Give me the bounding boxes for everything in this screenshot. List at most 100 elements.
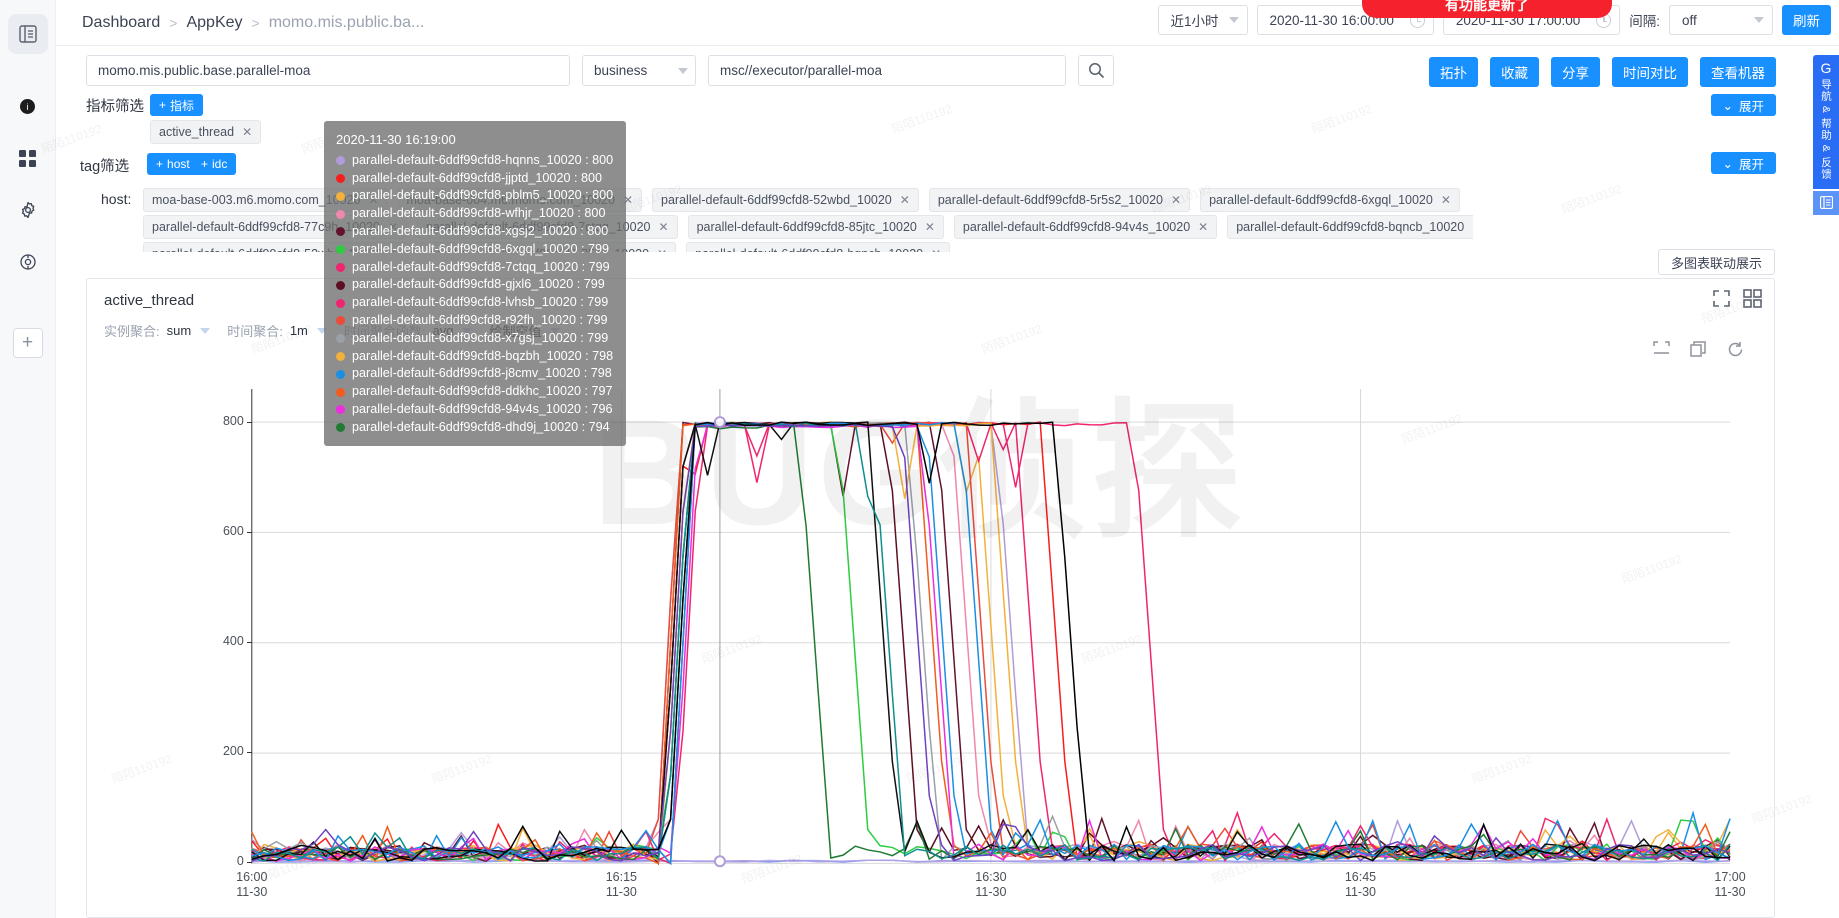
fullscreen-icon[interactable] [1712,289,1731,311]
cursor-point-bottom [713,855,726,868]
close-icon[interactable]: ✕ [931,247,941,252]
multi-chart-button[interactable]: 多图表联动展示 [1657,249,1775,275]
metric-filter-label: 指标筛选 [86,99,144,115]
close-icon[interactable]: ✕ [1441,193,1451,207]
plus-icon: + [159,98,167,112]
host-chip[interactable]: parallel-default-6ddf99cfd8-52wbd_10020 ✕ [143,242,410,252]
host-chip[interactable]: parallel-default-6ddf99cfd8-77c9h_10020 ✕ [143,215,408,239]
host-chip[interactable]: moa-base-004.m6.momo.com_10020 ✕ [397,188,643,212]
close-icon[interactable]: ✕ [659,220,669,234]
time-agg-value[interactable]: 1m [290,323,308,338]
share-button[interactable]: 分享 [1551,57,1600,87]
host-chip[interactable]: parallel-default-6ddf99cfd8-7ctqq_10020 ✕ [417,215,678,239]
add-panel-label: + [21,332,34,353]
time-compare-button[interactable]: 时间对比 [1612,57,1688,87]
breadcrumb-item-appkey[interactable]: AppKey [186,14,242,32]
chevron-down-icon [678,67,688,74]
interval-select[interactable]: off [1669,5,1773,35]
action-button-group: 拓扑 收藏 分享 时间对比 查看机器 [1429,57,1776,87]
tag-filter-label: tag筛选 [80,159,130,175]
host-chip[interactable]: parallel-default-6ddf99cfd8-bqncb_10020 ✕ [686,242,951,252]
chevron-down-icon[interactable] [462,327,473,334]
view-machine-button[interactable]: 查看机器 [1700,57,1776,87]
menu-collapse-icon[interactable] [7,14,48,54]
close-icon[interactable]: ✕ [388,220,398,234]
grid-icon[interactable] [1743,289,1762,311]
host-chip[interactable]: parallel-default-6ddf99cfd8-6xgql_10020 ✕ [1200,188,1460,212]
refresh-icon[interactable] [1727,341,1744,358]
tooltip-row: parallel-default-6ddf99cfd8-jjptd_10020 … [336,170,614,188]
host-chip[interactable]: parallel-default-6ddf99cfd8-85jtc_10020 ✕ [687,215,944,239]
breadcrumb-item-dashboard[interactable]: Dashboard [82,14,160,32]
close-icon[interactable]: ✕ [368,193,378,207]
host-chip-label: parallel-default-6ddf99cfd8-6xgql_10020 [1209,193,1433,207]
topbar-divider [56,45,1839,46]
chevron-down-icon: ⌄ [1722,156,1733,171]
host-chip-label: parallel-default-6ddf99cfd8-7ctqq_10020 [426,220,651,234]
type-select[interactable]: business [582,55,696,86]
plus-icon: + [156,157,164,171]
host-chip[interactable]: parallel-default-6ddf99cfd8-52wbd_10020 ✕ [652,188,919,212]
instance-agg-value[interactable]: sum [167,323,192,338]
host-chip-row-partial: parallel-default-6ddf99cfd8-52wbd_10020 ✕… [143,242,1473,252]
close-icon[interactable]: ✕ [242,125,252,139]
host-chip-label: parallel-default-6ddf99cfd8-85jtc_10020 [696,220,917,234]
chart-plot[interactable] [87,379,1774,918]
host-chip[interactable]: parallel-default-6ddf99cfd8-94v4s_10020 ✕ [953,215,1218,239]
expand-tag-section[interactable]: ⌄ 展开 [1710,152,1776,174]
host-chip[interactable]: parallel-default-6ddf99cfd8-bqncb_10020 ✕ [1227,215,1473,239]
expand-metric-section[interactable]: ⌄ 展开 [1710,94,1776,116]
info-icon[interactable]: i [8,86,48,126]
host-chip-label: moa-base-004.m6.momo.com_10020 [406,193,615,207]
tooltip-row-text: parallel-default-6ddf99cfd8-7ctqq_10020 … [352,259,610,274]
zoom-out-icon[interactable] [1653,341,1670,358]
favorite-button[interactable]: 收藏 [1490,57,1539,87]
close-icon[interactable]: ✕ [900,193,910,207]
copy-icon[interactable] [1690,341,1707,358]
add-host-tag-button[interactable]: + host [147,153,199,175]
add-panel-button[interactable]: + [12,328,43,358]
time-agg-fn-value[interactable]: avg [433,323,454,338]
update-banner[interactable]: 有功能更新了 [1362,0,1612,18]
refresh-button[interactable]: 刷新 [1782,5,1831,35]
collapse-icon[interactable] [1813,190,1839,215]
close-icon[interactable]: ✕ [391,247,401,252]
expand-metric-button[interactable]: ⌄ 展开 [1710,94,1776,116]
expand-tag-button[interactable]: ⌄ 展开 [1710,152,1776,174]
chevron-down-icon[interactable] [200,327,211,334]
feedback-panel[interactable]: G 导航 & 帮助 & 反馈 [1813,55,1839,189]
host-chip[interactable]: moa-base-003.m6.momo.com_10020 ✕ [143,188,388,212]
metric-chip-label: active_thread [159,125,235,139]
close-icon[interactable]: ✕ [925,220,935,234]
aggregation-controls: 实例聚合: sum 时间聚合: 1m 时间聚合函数: avg 绘制空值 [104,321,570,340]
series-color-dot [336,262,345,272]
time-agg-label: 时间聚合: [227,324,283,339]
apps-icon[interactable] [8,138,48,178]
close-icon[interactable]: ✕ [623,193,633,207]
add-metric-button[interactable]: + 指标 [150,94,204,116]
gear-icon[interactable] [8,242,48,282]
time-agg-fn-label: 时间聚合函数: [343,324,426,339]
metric-chip-active-thread[interactable]: active_thread ✕ [150,120,262,144]
host-chip[interactable]: parallel-default-6ddf99cfd8-5r5s2_10020 ✕ [928,188,1191,212]
host-chip[interactable]: parallel-default-6ddf99cfd8-85jtc_10020 ✕ [419,242,677,252]
path-input[interactable]: msc//executor/parallel-moa [708,55,1066,86]
close-icon[interactable]: ✕ [1198,220,1208,234]
search-button[interactable] [1078,55,1114,86]
settings-icon[interactable] [8,190,48,230]
close-icon[interactable]: ✕ [1171,193,1181,207]
add-metric-label: 指标 [170,98,195,113]
add-idc-tag-button[interactable]: + idc [192,153,237,175]
breadcrumb-item-current[interactable]: momo.mis.public.ba... [269,14,425,32]
topology-button[interactable]: 拓扑 [1429,57,1478,87]
chevron-down-icon[interactable] [316,327,327,334]
svg-text:i: i [27,102,29,112]
range-preset-select[interactable]: 近1小时 [1157,5,1248,35]
chevron-down-icon[interactable] [550,327,561,334]
host-chip-label: parallel-default-6ddf99cfd8-77c9h_10020 [152,220,380,234]
close-icon[interactable]: ✕ [657,247,667,252]
appkey-input[interactable]: momo.mis.public.base.parallel-moa [86,55,570,86]
tooltip-time: 2020-11-30 16:19:00 [336,132,456,147]
close-icon[interactable]: ✕ [1472,220,1473,234]
plus-icon: + [201,157,209,171]
